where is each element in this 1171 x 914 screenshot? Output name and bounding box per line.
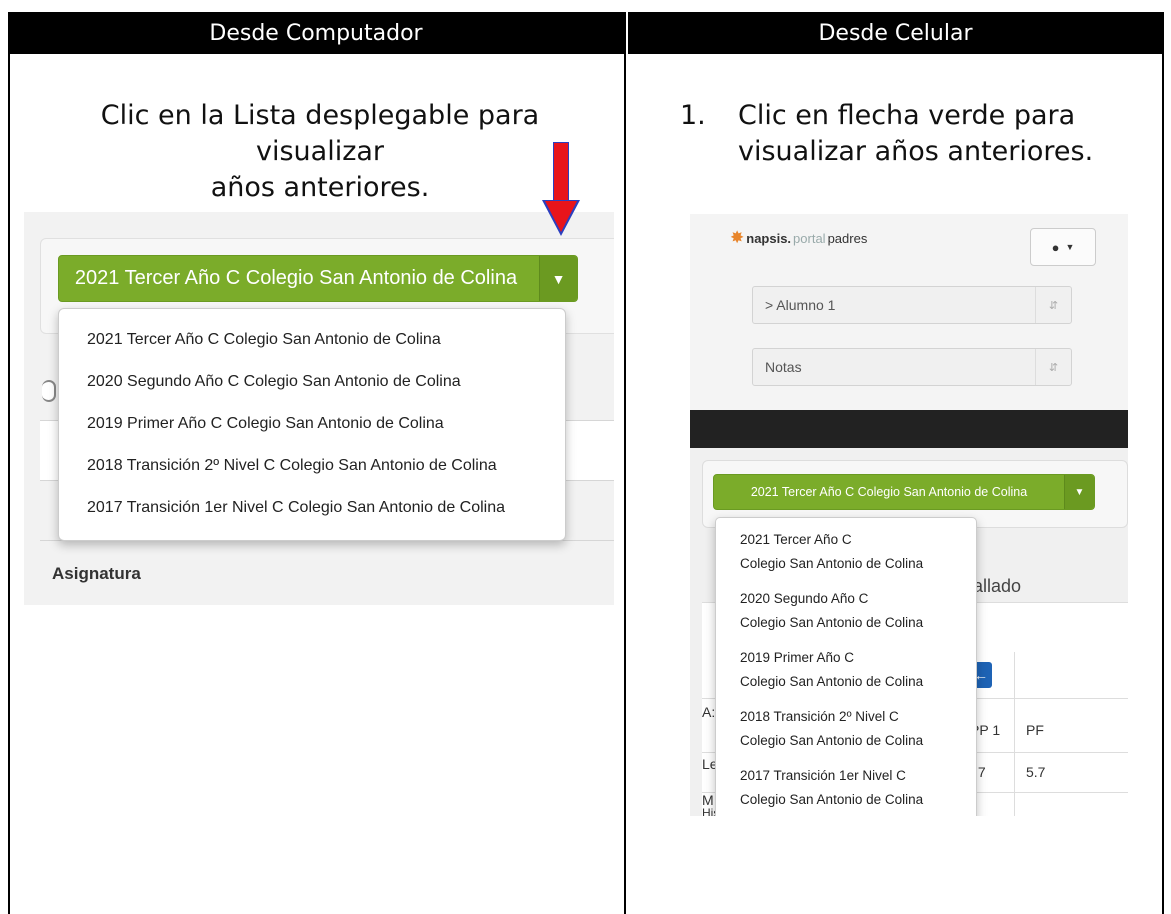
dropdown-option[interactable]: 2021 Tercer Año C Colegio San Antonio de… — [59, 319, 565, 361]
border-left — [8, 12, 10, 914]
mobile-screenshot: ✸ napsis. portal padres ● ▼ > Alumno 1 ⇵… — [690, 214, 1128, 816]
desktop-instruction-line1: Clic en la Lista desplegable para visual… — [100, 100, 540, 167]
dropdown-option[interactable]: 2020 Segundo Año C Colegio San Antonio d… — [59, 361, 565, 403]
option-school: Colegio San Antonio de Colina — [740, 674, 924, 689]
dropdown-option[interactable]: 2019 Primer Año C Colegio San Antonio de… — [59, 403, 565, 445]
dropdown-option[interactable]: 2020 Segundo Año C Colegio San Antonio d… — [716, 587, 976, 646]
desktop-instruction: Clic en la Lista desplegable para visual… — [50, 98, 590, 206]
red-arrow-icon — [553, 142, 569, 202]
mobile-instruction-line1: Clic en flecha verde para — [738, 100, 1076, 131]
user-menu-button[interactable]: ● ▼ — [1030, 228, 1096, 266]
option-school: Colegio San Antonio de Colina — [740, 792, 924, 807]
caret-down-icon[interactable]: ▼ — [539, 256, 577, 301]
option-year: 2017 Transición 1er Nivel C — [740, 768, 906, 783]
val-pf: 5.7 — [1026, 764, 1046, 780]
dropdown-option[interactable]: 2018 Transición 2º Nivel C Colegio San A… — [59, 445, 565, 487]
header-mobile: Desde Celular — [628, 12, 1163, 54]
divider — [1014, 652, 1015, 816]
logo-padres: padres — [827, 230, 868, 246]
mobile-instruction: 1. Clic en flecha verde para visualizar … — [680, 98, 1150, 170]
logo-portal: portal — [793, 230, 826, 246]
caret-down-icon: ▼ — [1065, 242, 1075, 252]
option-year: 2018 Transición 2º Nivel C — [740, 709, 899, 724]
section-select-value: Notas — [765, 359, 802, 375]
dropdown-option[interactable]: 2021 Tercer Año C Colegio San Antonio de… — [716, 528, 976, 587]
year-dropdown-button[interactable]: 2021 Tercer Año C Colegio San Antonio de… — [58, 255, 578, 302]
desktop-instruction-line2: años anteriores. — [210, 172, 430, 203]
instruction-sheet: Desde Computador Desde Celular Clic en l… — [0, 0, 1171, 914]
option-year: 2021 Tercer Año C — [740, 532, 852, 547]
year-dropdown-label: 2021 Tercer Año C Colegio San Antonio de… — [750, 485, 1028, 499]
student-select[interactable]: > Alumno 1 ⇵ — [752, 286, 1072, 324]
desktop-screenshot: Asignatura 2021 Tercer Año C Colegio San… — [24, 212, 614, 605]
select-arrows-icon: ⇵ — [1035, 349, 1071, 385]
year-dropdown-menu: 2021 Tercer Año C Colegio San Antonio de… — [715, 517, 977, 816]
logo-napsis: napsis. — [746, 230, 792, 246]
user-icon: ● — [1051, 239, 1060, 255]
student-select-value: > Alumno 1 — [765, 297, 836, 313]
year-dropdown-button[interactable]: 2021 Tercer Año C Colegio San Antonio de… — [713, 474, 1095, 510]
header-desktop: Desde Computador — [8, 12, 624, 54]
option-year: 2020 Segundo Año C — [740, 591, 869, 606]
dropdown-option[interactable]: 2018 Transición 2º Nivel C Colegio San A… — [716, 705, 976, 764]
dark-navbar — [690, 410, 1128, 448]
year-dropdown-menu: 2021 Tercer Año C Colegio San Antonio de… — [58, 308, 566, 541]
caret-down-icon[interactable]: ▼ — [1064, 475, 1094, 509]
border-middle — [624, 12, 626, 914]
option-school: Colegio San Antonio de Colina — [740, 615, 924, 630]
radio-button[interactable] — [42, 380, 56, 402]
mobile-instruction-number: 1. — [680, 100, 706, 131]
option-school: Colegio San Antonio de Colina — [740, 556, 924, 571]
dropdown-option[interactable]: 2017 Transición 1er Nivel C Colegio San … — [716, 764, 976, 816]
section-select[interactable]: Notas ⇵ — [752, 348, 1072, 386]
red-arrow-head-fill — [545, 201, 577, 232]
col-pf: PF — [1026, 722, 1044, 738]
option-year: 2019 Primer Año C — [740, 650, 855, 665]
asignatura-column-header: Asignatura — [52, 564, 141, 583]
mobile-instruction-line2: visualizar años anteriores. — [738, 136, 1094, 167]
option-school: Colegio San Antonio de Colina — [740, 733, 924, 748]
dropdown-option[interactable]: 2017 Transición 1er Nivel C Colegio San … — [59, 487, 565, 529]
row-fragment: A: — [702, 704, 716, 720]
napsis-logo: ✸ napsis. portal padres — [730, 228, 867, 248]
dropdown-option[interactable]: 2019 Primer Año C Colegio San Antonio de… — [716, 646, 976, 705]
sun-logo-icon: ✸ — [730, 228, 745, 247]
select-arrows-icon: ⇵ — [1035, 287, 1071, 323]
border-right — [1162, 12, 1164, 914]
year-dropdown-label: 2021 Tercer Año C Colegio San Antonio de… — [74, 267, 518, 289]
